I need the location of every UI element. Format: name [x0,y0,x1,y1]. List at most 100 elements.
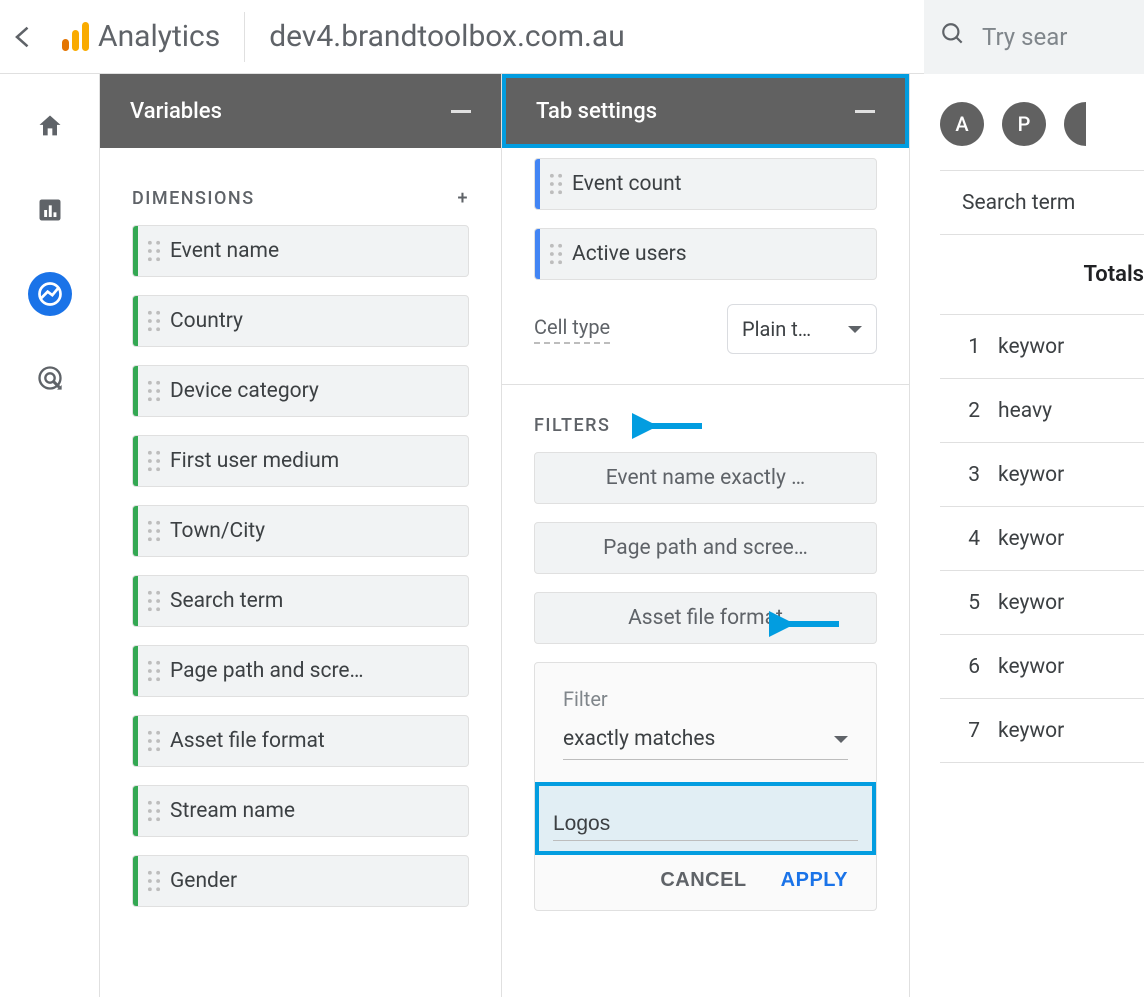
preview-table: Search term Totals 1keywor2heavy3keywor4… [940,170,1144,763]
cell-type-label: Cell type [534,315,610,344]
drag-handle-icon[interactable] [138,870,170,892]
segment-badge[interactable]: P [1002,102,1046,146]
preview-column-header[interactable]: Search term [940,171,1144,235]
search-icon [940,21,966,53]
back-button[interactable] [0,23,48,51]
chip-label: Page path and scre… [170,659,364,683]
filter-chip[interactable]: Asset file format [534,592,877,644]
dimension-chip[interactable]: Device category [132,365,469,417]
filter-editor: Filter exactly matches CANCEL APPLY [534,662,877,911]
variables-panel: Variables DIMENSIONS + Event nameCountry… [100,74,502,997]
cancel-button[interactable]: CANCEL [660,869,746,892]
filters-heading-row: FILTERS [534,415,877,436]
table-row[interactable]: 3keywor [940,443,1144,507]
property-name[interactable]: dev4.brandtoolbox.com.au [245,19,625,54]
filter-editor-label: Filter [563,687,848,711]
chip-label: Country [170,309,243,333]
drag-handle-icon[interactable] [138,310,170,332]
dimension-list: Event name Country Device category First us… [132,225,469,907]
chip-label: First user medium [170,449,339,473]
preview-totals: Totals [940,235,1144,315]
drag-handle-icon[interactable] [138,240,170,262]
segment-badges: A P [940,102,1144,146]
nav-home[interactable] [28,104,72,148]
filter-chip[interactable]: Page path and scree… [534,522,877,574]
drag-handle-icon[interactable] [138,520,170,542]
cell-type-select[interactable]: Plain t… [727,304,877,354]
table-row[interactable]: 7keywor [940,699,1144,763]
dimension-chip[interactable]: Town/City [132,505,469,557]
row-value: keywor [998,591,1144,615]
filter-chip[interactable]: Event name exactly … [534,452,877,504]
nav-explore[interactable] [28,272,72,316]
segment-badge[interactable]: A [940,102,984,146]
drag-handle-icon[interactable] [138,450,170,472]
search-placeholder: Try sear [982,23,1067,51]
match-type-select[interactable]: exactly matches [563,727,848,760]
row-value: heavy [998,399,1144,423]
chip-label: Event count [572,172,682,196]
table-row[interactable]: 6keywor [940,635,1144,699]
nav-reports[interactable] [28,188,72,232]
drag-handle-icon[interactable] [138,730,170,752]
row-value: keywor [998,655,1144,679]
row-number: 4 [940,527,998,551]
drag-handle-icon[interactable] [138,380,170,402]
row-number: 6 [940,655,998,679]
analytics-logo-icon [48,19,98,55]
table-row[interactable]: 5keywor [940,571,1144,635]
row-number: 5 [940,591,998,615]
chip-label: Active users [572,242,687,266]
drag-handle-icon[interactable] [138,800,170,822]
dimension-chip[interactable]: Country [132,295,469,347]
drag-handle-icon[interactable] [138,660,170,682]
dimension-chip[interactable]: Stream name [132,785,469,837]
tab-settings-title: Tab settings [536,99,657,124]
table-row[interactable]: 2heavy [940,379,1144,443]
global-search[interactable]: Try sear [924,0,1144,74]
table-row[interactable]: 4keywor [940,507,1144,571]
filter-value-input[interactable] [553,808,858,841]
table-row[interactable]: 1keywor [940,315,1144,379]
dimension-chip[interactable]: Event name [132,225,469,277]
row-value: keywor [998,335,1144,359]
dimension-chip[interactable]: Page path and scre… [132,645,469,697]
chip-label: Stream name [170,799,295,823]
tab-settings-panel-header: Tab settings [502,74,909,148]
chip-label: Event name [170,239,279,263]
row-value: keywor [998,719,1144,743]
chip-label: Device category [170,379,319,403]
dimension-chip[interactable]: Asset file format [132,715,469,767]
add-dimension-button[interactable]: + [458,188,470,209]
apply-button[interactable]: APPLY [781,869,848,892]
dimensions-heading: DIMENSIONS + [132,188,469,209]
filter-value-highlight [535,782,876,855]
row-number: 1 [940,335,998,359]
minimize-tab-settings-icon[interactable] [855,110,875,113]
row-value: keywor [998,527,1144,551]
chevron-down-icon [834,736,848,743]
segment-badge[interactable] [1064,102,1086,146]
metric-chip[interactable]: Event count [534,158,877,210]
cell-type-row: Cell type Plain t… [534,304,877,354]
minimize-variables-icon[interactable] [451,110,471,113]
app-title: Analytics [98,19,244,54]
drag-handle-icon[interactable] [540,243,572,265]
main-content: Variables DIMENSIONS + Event nameCountry… [100,74,1144,997]
metric-chip[interactable]: Active users [534,228,877,280]
dimension-chip[interactable]: Search term [132,575,469,627]
dimension-chip[interactable]: Gender [132,855,469,907]
filters-heading: FILTERS [534,415,610,436]
nav-advertising[interactable] [28,356,72,400]
tab-settings-panel: Tab settings Event count Active users Cel… [502,74,910,997]
nav-rail [0,74,100,997]
chevron-down-icon [848,326,862,333]
row-number: 7 [940,719,998,743]
chip-label: Asset file format [170,729,325,753]
drag-handle-icon[interactable] [540,173,572,195]
dimension-chip[interactable]: First user medium [132,435,469,487]
app-header: Analytics dev4.brandtoolbox.com.au Try s… [0,0,1144,74]
drag-handle-icon[interactable] [138,590,170,612]
tab-settings-body: Event count Active users Cell type Plain … [502,148,909,911]
variables-body: DIMENSIONS + Event name Country Device cat… [100,148,501,997]
